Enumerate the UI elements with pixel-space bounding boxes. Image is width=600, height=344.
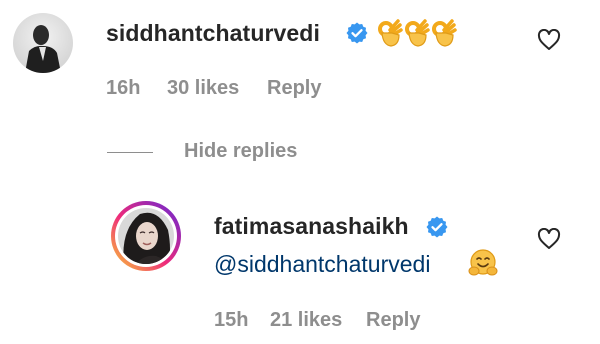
mention-link[interactable]: @siddhantchaturvedi xyxy=(214,251,430,278)
ok-hand-icon xyxy=(404,18,430,48)
comment-username[interactable]: siddhantchaturvedi xyxy=(106,20,320,47)
reply-username[interactable]: fatimasanashaikh xyxy=(214,213,409,240)
comment-timestamp[interactable]: 16h xyxy=(106,77,140,100)
ok-hand-icon xyxy=(431,18,457,48)
comment-likes-count[interactable]: 30 likes xyxy=(167,77,239,100)
verified-badge-icon xyxy=(345,21,369,45)
avatar-siddhantchaturvedi[interactable] xyxy=(13,13,73,73)
reply-likes-count[interactable]: 21 likes xyxy=(270,309,342,332)
avatar-photo xyxy=(13,13,73,73)
ok-hand-icon xyxy=(377,18,403,48)
divider-line xyxy=(107,152,153,153)
hugging-face-icon xyxy=(467,247,499,279)
comment-meta: 16h 30 likes Reply xyxy=(0,77,600,103)
reply-meta: 15h 21 likes Reply xyxy=(0,309,600,335)
reply-timestamp[interactable]: 15h xyxy=(214,309,248,332)
verified-badge-icon xyxy=(425,215,449,239)
story-ring-avatar xyxy=(111,201,181,271)
avatar-fatimasanashaikh[interactable] xyxy=(110,200,182,272)
comment-reply-button[interactable]: Reply xyxy=(267,77,321,100)
like-heart-icon[interactable] xyxy=(537,227,561,250)
like-heart-icon[interactable] xyxy=(537,28,561,51)
hide-replies-label: Hide replies xyxy=(184,140,298,162)
reply-reply-button[interactable]: Reply xyxy=(366,309,420,332)
